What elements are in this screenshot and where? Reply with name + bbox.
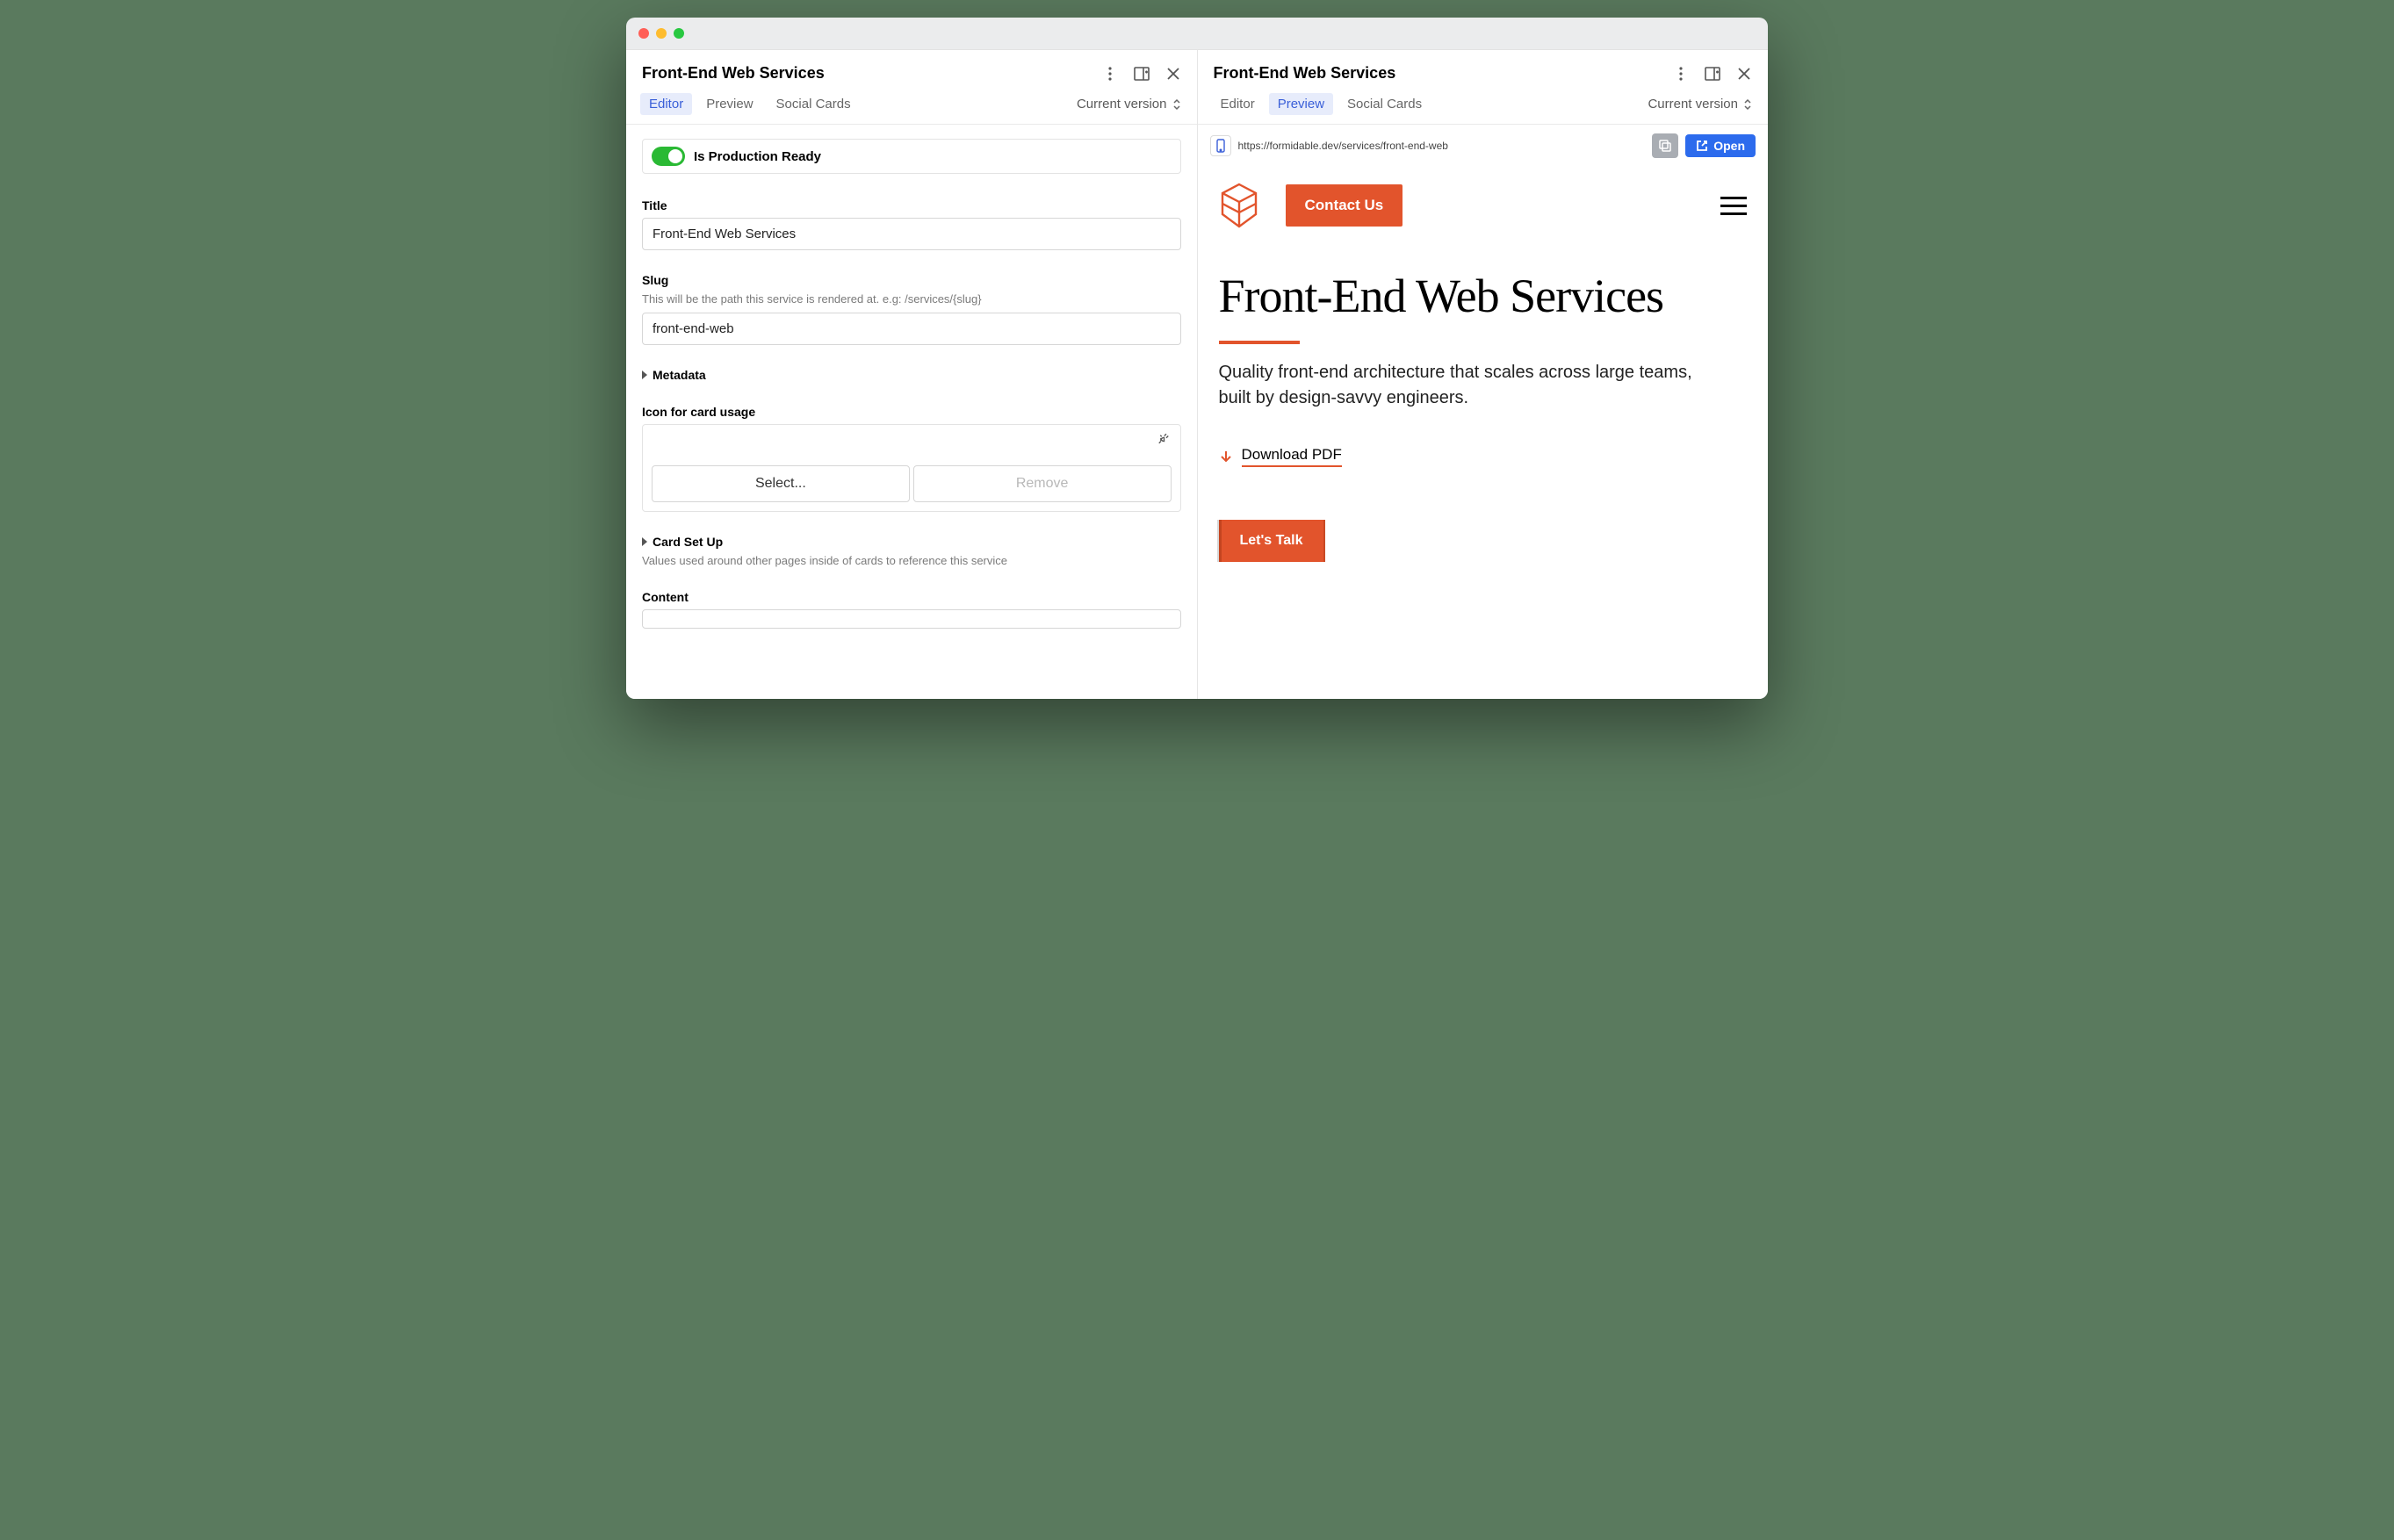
kebab-menu-icon[interactable] <box>1102 66 1118 82</box>
cardsetup-help: Values used around other pages inside of… <box>642 554 1181 567</box>
copy-icon[interactable] <box>1652 133 1678 158</box>
tab-editor[interactable]: Editor <box>640 93 692 115</box>
media-select-button[interactable]: Select... <box>652 465 910 502</box>
lets-talk-button[interactable]: Let's Talk <box>1219 520 1326 562</box>
close-icon[interactable] <box>1736 66 1752 82</box>
pane-title: Front-End Web Services <box>642 64 825 83</box>
tab-editor[interactable]: Editor <box>1212 93 1264 115</box>
slug-label: Slug <box>642 273 1181 287</box>
metadata-label: Metadata <box>653 368 706 382</box>
window-titlebar <box>626 18 1768 49</box>
slug-input[interactable] <box>642 313 1181 345</box>
download-row[interactable]: Download PDF <box>1219 446 1748 467</box>
pane-title: Front-End Web Services <box>1214 64 1396 83</box>
cardsetup-label: Card Set Up <box>653 535 723 549</box>
caret-right-icon <box>642 537 647 546</box>
version-label: Current version <box>1648 97 1738 112</box>
preview-url-row: https://formidable.dev/services/front-en… <box>1198 125 1769 167</box>
preview-pane: Front-End Web Services Editor Pre <box>1197 50 1769 699</box>
window-zoom-dot[interactable] <box>674 28 684 39</box>
external-link-icon <box>1696 140 1708 152</box>
download-link[interactable]: Download PDF <box>1242 446 1342 467</box>
tab-preview[interactable]: Preview <box>1269 93 1333 115</box>
app-window: Front-End Web Services Editor Pre <box>626 18 1768 699</box>
open-button[interactable]: Open <box>1685 134 1756 157</box>
editor-pane: Front-End Web Services Editor Pre <box>626 50 1197 699</box>
content-input[interactable] <box>642 609 1181 629</box>
preview-site: Contact Us Front-End Web Services Qualit… <box>1198 167 1769 699</box>
editor-body: Is Production Ready Title Slug This will… <box>626 125 1197 666</box>
arrow-down-icon <box>1219 450 1233 464</box>
contact-us-button[interactable]: Contact Us <box>1286 184 1403 227</box>
window-minimize-dot[interactable] <box>656 28 667 39</box>
media-box: Select... Remove <box>642 424 1181 512</box>
plug-icon[interactable] <box>1156 432 1172 448</box>
tab-list: Editor Preview Social Cards <box>1212 93 1431 115</box>
cardsetup-collapse[interactable]: Card Set Up <box>642 535 1181 549</box>
device-mobile-icon[interactable] <box>1210 135 1231 156</box>
icon-label: Icon for card usage <box>642 405 1181 419</box>
production-ready-label: Is Production Ready <box>694 149 821 164</box>
title-input[interactable] <box>642 218 1181 250</box>
close-icon[interactable] <box>1165 66 1181 82</box>
split-pane-icon[interactable] <box>1134 66 1150 82</box>
version-selector[interactable]: Current version <box>1648 97 1752 112</box>
version-label: Current version <box>1077 97 1167 112</box>
hero-title: Front-End Web Services <box>1219 270 1748 321</box>
content-label: Content <box>642 590 1181 604</box>
metadata-collapse[interactable]: Metadata <box>642 368 1181 382</box>
split-panes: Front-End Web Services Editor Pre <box>626 49 1768 699</box>
select-arrows-icon <box>1172 98 1181 111</box>
brand-logo-icon <box>1219 183 1259 228</box>
select-arrows-icon <box>1743 98 1752 111</box>
hamburger-menu-icon[interactable] <box>1720 197 1747 215</box>
tab-list: Editor Preview Social Cards <box>640 93 860 115</box>
kebab-menu-icon[interactable] <box>1673 66 1689 82</box>
preview-url: https://formidable.dev/services/front-en… <box>1238 140 1646 152</box>
version-selector[interactable]: Current version <box>1077 97 1181 112</box>
caret-right-icon <box>642 371 647 379</box>
tab-social-cards[interactable]: Social Cards <box>768 93 860 115</box>
tab-preview[interactable]: Preview <box>697 93 761 115</box>
hero-subtitle: Quality front-end architecture that scal… <box>1219 360 1711 411</box>
split-pane-icon[interactable] <box>1705 66 1720 82</box>
slug-help: This will be the path this service is re… <box>642 292 1181 306</box>
production-ready-row: Is Production Ready <box>642 139 1181 174</box>
accent-rule <box>1219 341 1300 344</box>
production-ready-toggle[interactable] <box>652 147 685 166</box>
tab-social-cards[interactable]: Social Cards <box>1338 93 1431 115</box>
open-label: Open <box>1713 139 1745 153</box>
window-close-dot[interactable] <box>638 28 649 39</box>
title-label: Title <box>642 198 1181 212</box>
media-remove-button[interactable]: Remove <box>913 465 1172 502</box>
